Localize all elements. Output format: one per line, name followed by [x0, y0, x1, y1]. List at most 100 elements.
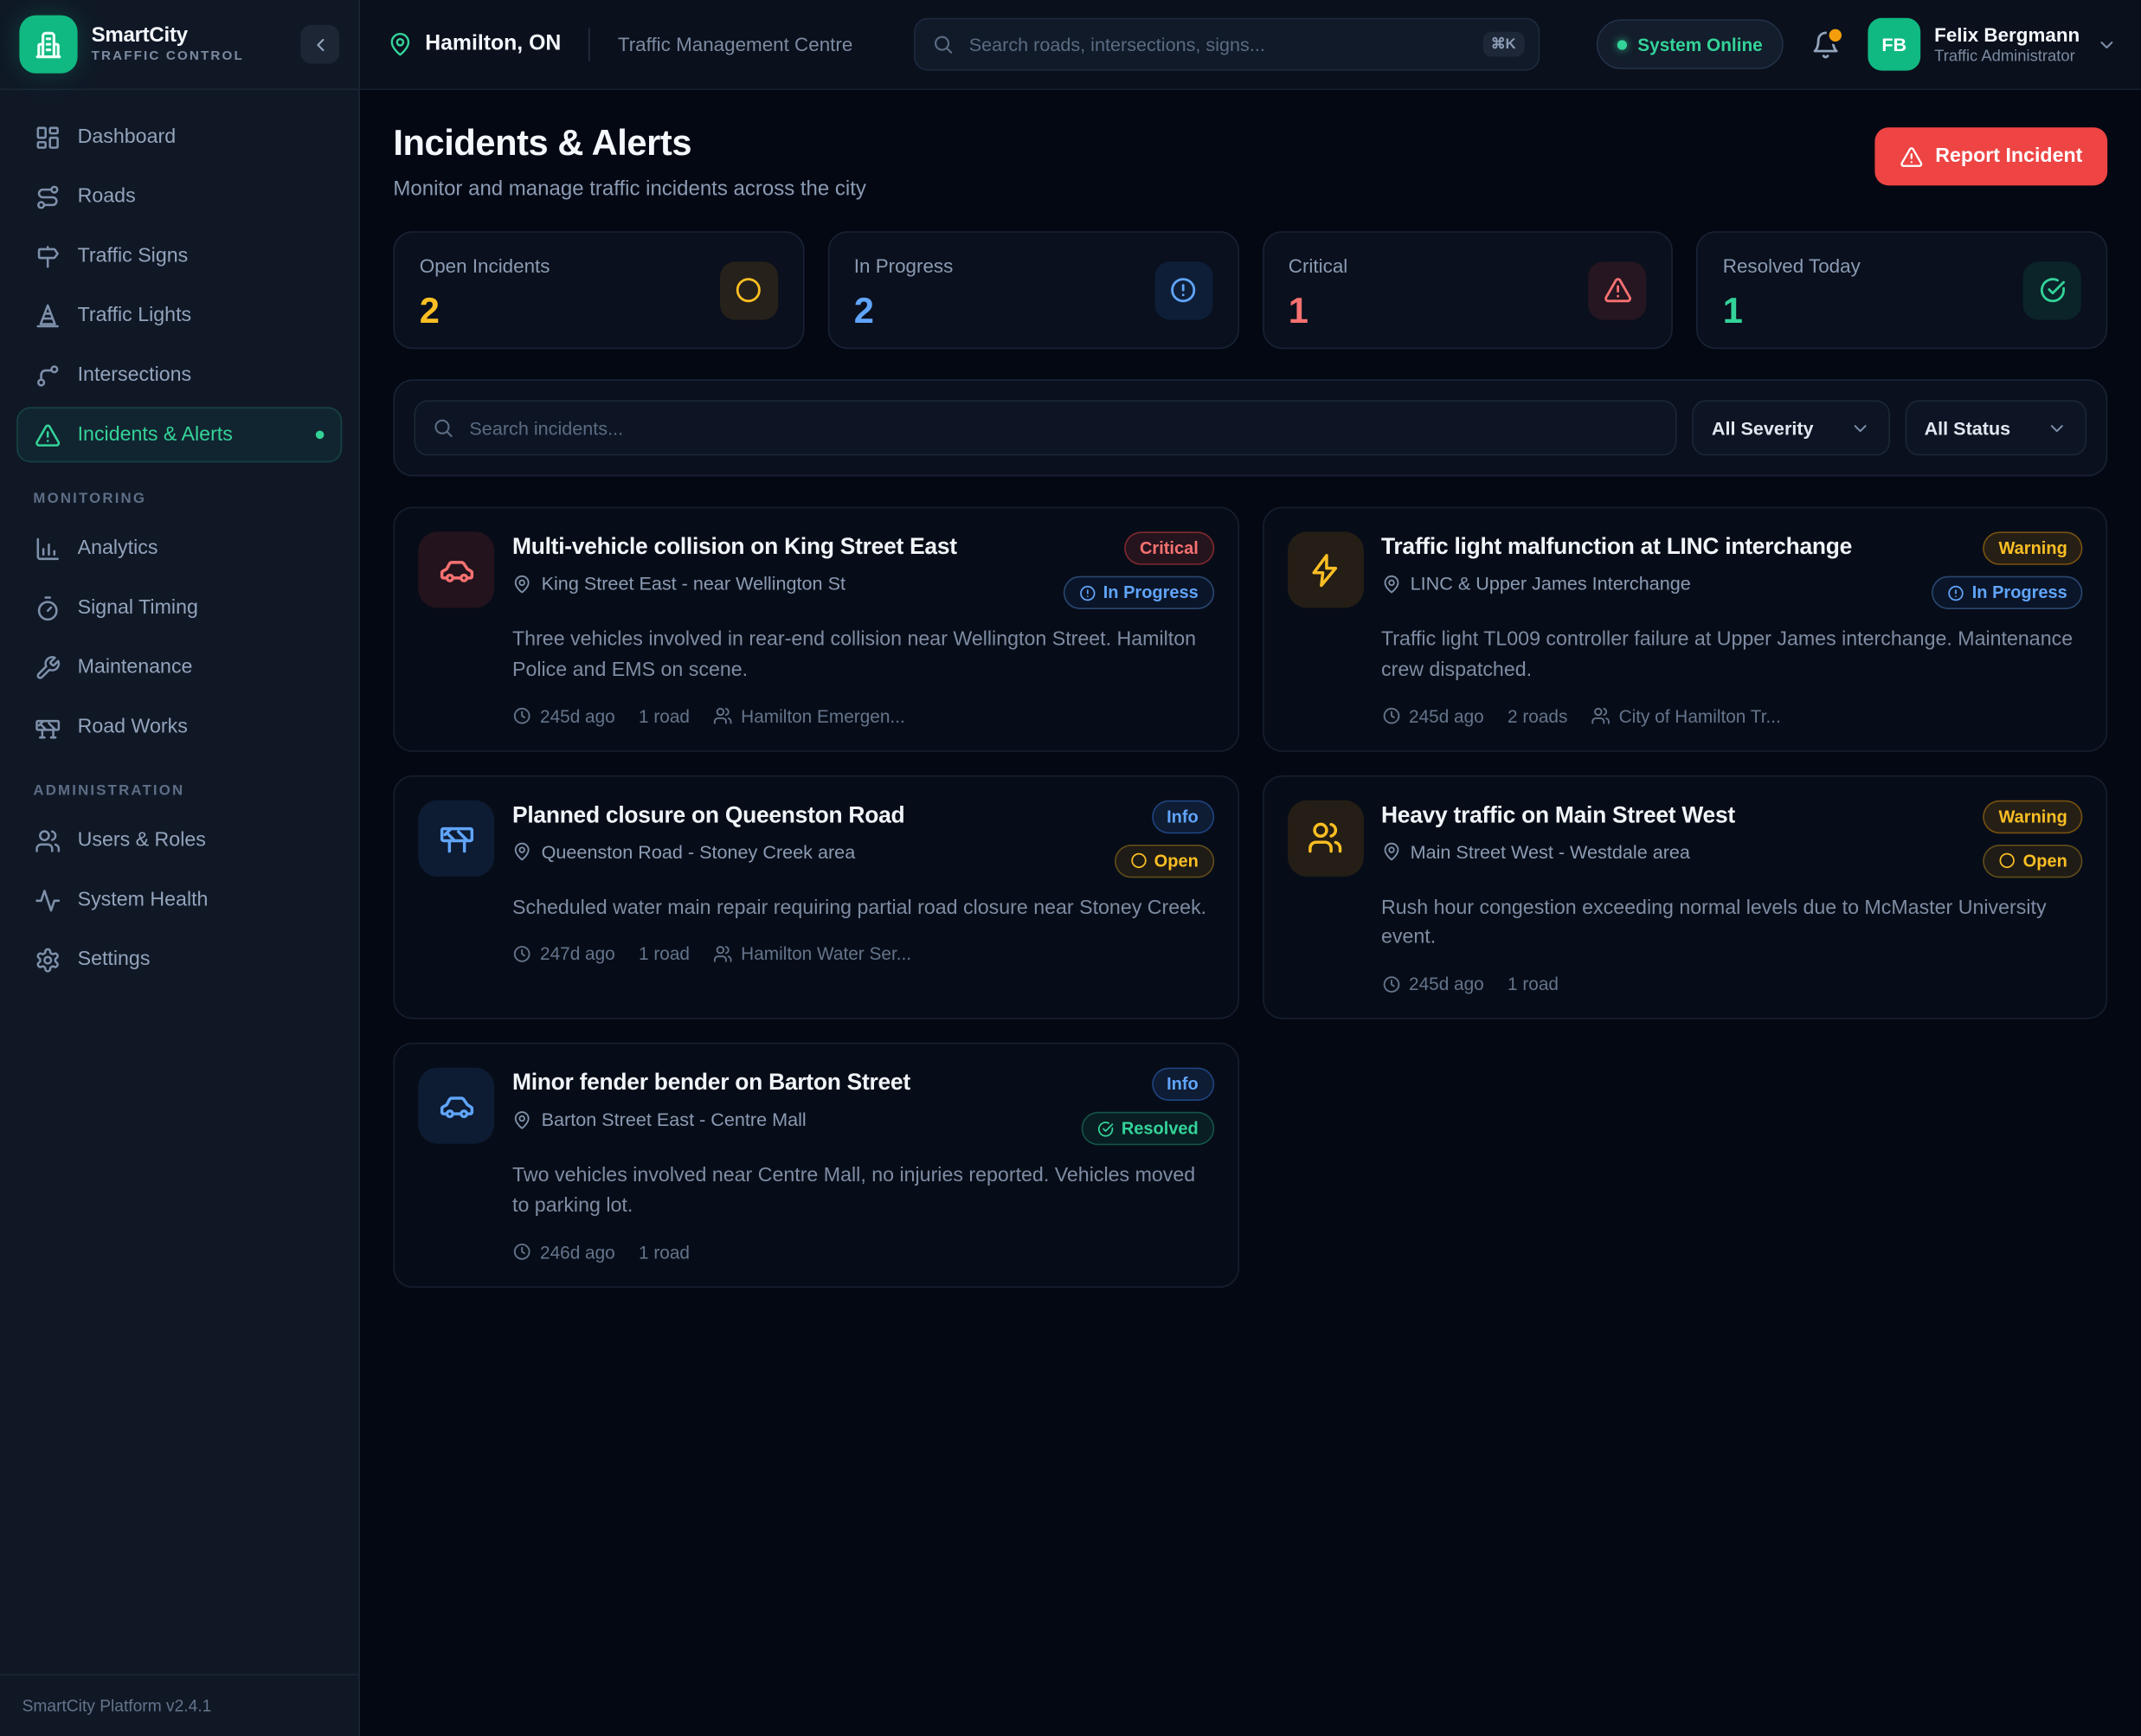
- alert-triangle-icon: [35, 421, 61, 447]
- sidebar-item-traffic-signs[interactable]: Traffic Signs: [16, 228, 342, 284]
- incident-meta: 245d ago 1 road Hamilton Emergen...: [512, 705, 1213, 726]
- system-status-pill: System Online: [1596, 19, 1784, 69]
- clock-icon: [512, 706, 531, 725]
- status-badge: Open: [1114, 844, 1213, 877]
- severity-badge: Critical: [1124, 531, 1213, 564]
- content: Incidents & Alerts Monitor and manage tr…: [360, 90, 2141, 1736]
- sidebar-item-intersections[interactable]: Intersections: [16, 348, 342, 403]
- sidebar-nav: Dashboard Roads Traffic Signs Traffic Li…: [0, 90, 358, 1674]
- traffic-cone-icon: [35, 303, 61, 329]
- sidebar-item-maintenance[interactable]: Maintenance: [16, 640, 342, 695]
- sidebar-item-traffic-lights[interactable]: Traffic Lights: [16, 288, 342, 344]
- user-menu[interactable]: FB Felix Bergmann Traffic Administrator: [1868, 18, 2117, 71]
- app: SmartCity TRAFFIC CONTROL Dashboard Road…: [0, 0, 2141, 1736]
- user-info: Felix Bergmann Traffic Administrator: [1934, 23, 2080, 65]
- report-incident-button[interactable]: Report Incident: [1874, 127, 2107, 185]
- sidebar-collapse-button[interactable]: [300, 25, 339, 64]
- main: Hamilton, ON Traffic Management Centre ⌘…: [360, 0, 2141, 1736]
- map-pin-icon: [1381, 842, 1400, 861]
- severity-filter[interactable]: All Severity: [1693, 400, 1890, 455]
- avatar: FB: [1868, 18, 1920, 71]
- incident-card-fender-bender-barton[interactable]: Minor fender bender on Barton Street Bar…: [393, 1043, 1238, 1287]
- map-pin-icon: [512, 1109, 531, 1128]
- alert-triangle-icon: [1589, 261, 1647, 319]
- alert-triangle-icon: [1900, 145, 1923, 168]
- incident-meta: 245d ago 2 roads City of Hamilton Tr...: [1381, 705, 2082, 726]
- location-group: Hamilton, ON: [388, 32, 561, 57]
- sidebar-item-signal-timing[interactable]: Signal Timing: [16, 580, 342, 635]
- incident-description: Three vehicles involved in rear-end coll…: [512, 626, 1213, 686]
- stat-value: 1: [1289, 289, 1347, 332]
- users-icon: [713, 944, 732, 963]
- dashboard-icon: [35, 124, 61, 150]
- sidebar-item-road-works[interactable]: Road Works: [16, 699, 342, 755]
- stat-card-critical: Critical 1: [1262, 231, 1673, 349]
- sidebar-item-settings[interactable]: Settings: [16, 932, 342, 987]
- construction-icon: [418, 800, 494, 876]
- open-circle-icon: [1998, 852, 2016, 870]
- reporter: Hamilton Emergen...: [741, 705, 905, 726]
- status-badge: In Progress: [1932, 576, 2082, 609]
- incident-card-closure-queenston[interactable]: Planned closure on Queenston Road Queens…: [393, 775, 1238, 1019]
- logo-row: SmartCity TRAFFIC CONTROL: [0, 0, 358, 90]
- map-pin-icon: [512, 574, 531, 593]
- header-divider: [588, 28, 590, 61]
- brand-logo: [19, 16, 77, 74]
- wrench-icon: [35, 654, 61, 680]
- car-icon: [418, 531, 494, 608]
- stat-label: Resolved Today: [1723, 254, 1861, 277]
- incident-card-collision-king-street[interactable]: Multi-vehicle collision on King Street E…: [393, 507, 1238, 751]
- incident-location: LINC & Upper James Interchange: [1381, 573, 1852, 594]
- search-icon: [932, 33, 955, 55]
- sidebar-item-users-roles[interactable]: Users & Roles: [16, 813, 342, 868]
- sidebar-item-roads[interactable]: Roads: [16, 169, 342, 224]
- incident-description: Scheduled water main repair requiring pa…: [512, 894, 1213, 924]
- search-icon: [432, 417, 454, 440]
- incident-title: Heavy traffic on Main Street West: [1381, 802, 1735, 828]
- stat-label: Critical: [1289, 254, 1347, 277]
- incident-title: Planned closure on Queenston Road: [512, 802, 904, 828]
- git-branch-icon: [35, 362, 61, 388]
- status-filter[interactable]: All Status: [1905, 400, 2086, 455]
- shortcut-badge: ⌘K: [1482, 32, 1524, 57]
- sidebar-item-dashboard[interactable]: Dashboard: [16, 109, 342, 164]
- stats-row: Open Incidents 2 In Progress 2 Critical: [393, 231, 2107, 349]
- notifications-button[interactable]: [1805, 24, 1845, 64]
- page-title: Incidents & Alerts: [393, 122, 866, 165]
- map-pin-icon: [388, 32, 413, 57]
- stat-card-resolved-today: Resolved Today 1: [1696, 231, 2107, 349]
- building-icon: [32, 28, 65, 61]
- status-badge: Resolved: [1081, 1112, 1213, 1145]
- sidebar-item-incidents-alerts[interactable]: Incidents & Alerts: [16, 407, 342, 462]
- clock-icon: [512, 944, 531, 963]
- activity-icon: [35, 887, 61, 913]
- incident-search[interactable]: [414, 400, 1677, 455]
- global-search-input[interactable]: [967, 33, 1470, 56]
- incident-card-heavy-traffic-main[interactable]: Heavy traffic on Main Street West Main S…: [1262, 775, 2107, 1019]
- stat-card-in-progress: In Progress 2: [827, 231, 1238, 349]
- users-icon: [35, 827, 61, 853]
- sidebar-item-system-health[interactable]: System Health: [16, 872, 342, 928]
- chevron-down-icon: [2047, 417, 2067, 438]
- incident-title: Traffic light malfunction at LINC interc…: [1381, 535, 1852, 561]
- roads-count: 1 road: [639, 1241, 690, 1262]
- incident-title: Minor fender bender on Barton Street: [512, 1071, 910, 1096]
- topbar-right: System Online FB Felix Bergmann Traffic …: [1596, 18, 2117, 71]
- status-badge: Open: [1983, 844, 2082, 877]
- global-search[interactable]: ⌘K: [914, 18, 1540, 71]
- sidebar-footer: SmartCity Platform v2.4.1: [0, 1674, 358, 1736]
- incident-meta: 245d ago 1 road: [1381, 974, 2082, 994]
- incident-location: Queenston Road - Stoney Creek area: [512, 841, 904, 862]
- incident-description: Two vehicles involved near Centre Mall, …: [512, 1161, 1213, 1222]
- chevron-down-icon: [1849, 417, 1870, 438]
- incidents-grid: Multi-vehicle collision on King Street E…: [393, 507, 2107, 1288]
- user-role: Traffic Administrator: [1934, 48, 2080, 65]
- sidebar-item-analytics[interactable]: Analytics: [16, 521, 342, 576]
- stat-card-open-incidents: Open Incidents 2: [393, 231, 804, 349]
- incident-card-traffic-light-linc[interactable]: Traffic light malfunction at LINC interc…: [1262, 507, 2107, 751]
- incident-search-input[interactable]: [466, 416, 1659, 440]
- stat-value: 2: [854, 289, 954, 332]
- bar-chart-icon: [35, 535, 61, 561]
- open-circle-icon: [1129, 852, 1148, 870]
- severity-badge: Info: [1152, 1068, 1214, 1101]
